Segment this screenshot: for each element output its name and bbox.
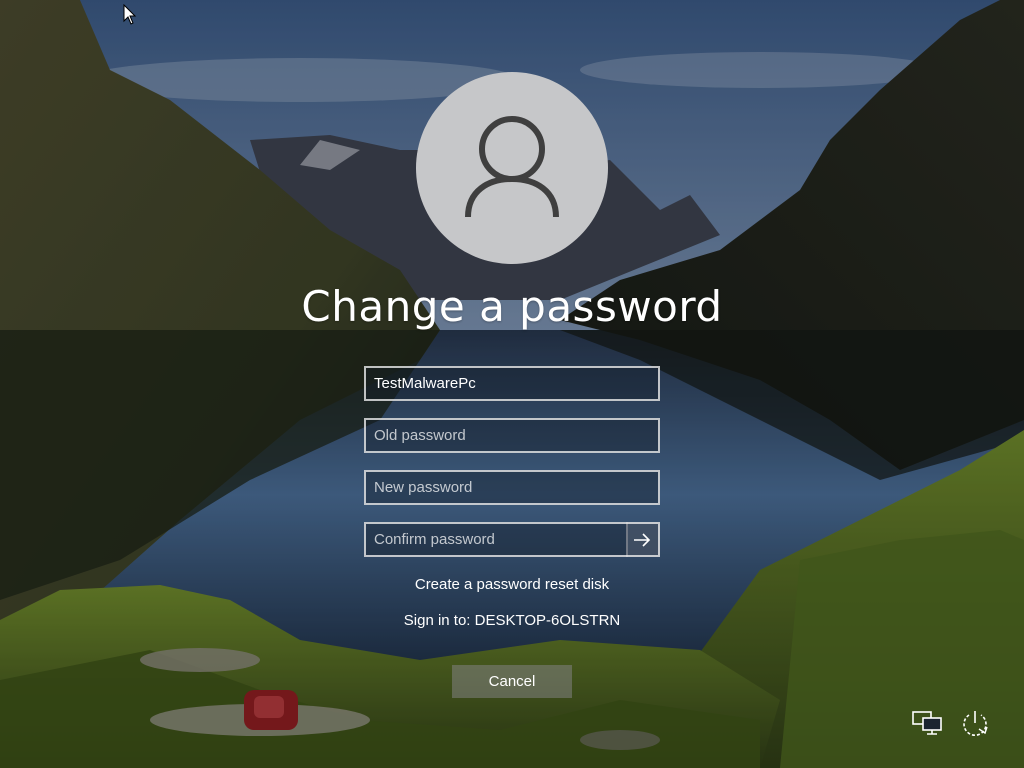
power-icon	[963, 711, 988, 736]
network-icon	[912, 711, 942, 735]
sign-in-to-label: Sign in to: DESKTOP-6OLSTRN	[403, 612, 621, 629]
new-password-field[interactable]	[364, 470, 660, 505]
password-reset-disk-link[interactable]: Create a password reset disk	[0, 576, 1024, 593]
page-title: Change a password	[301, 282, 723, 331]
old-password-field[interactable]	[364, 418, 660, 453]
network-button[interactable]	[910, 706, 944, 740]
power-button[interactable]	[958, 706, 992, 740]
confirm-password-field[interactable]	[364, 522, 628, 557]
username-field[interactable]	[364, 366, 660, 401]
mouse-cursor-icon	[123, 4, 137, 25]
cancel-button[interactable]: Cancel	[452, 665, 572, 698]
arrow-right-icon	[634, 532, 651, 547]
submit-button[interactable]	[626, 522, 660, 557]
user-avatar	[416, 72, 608, 264]
user-icon	[465, 116, 559, 218]
